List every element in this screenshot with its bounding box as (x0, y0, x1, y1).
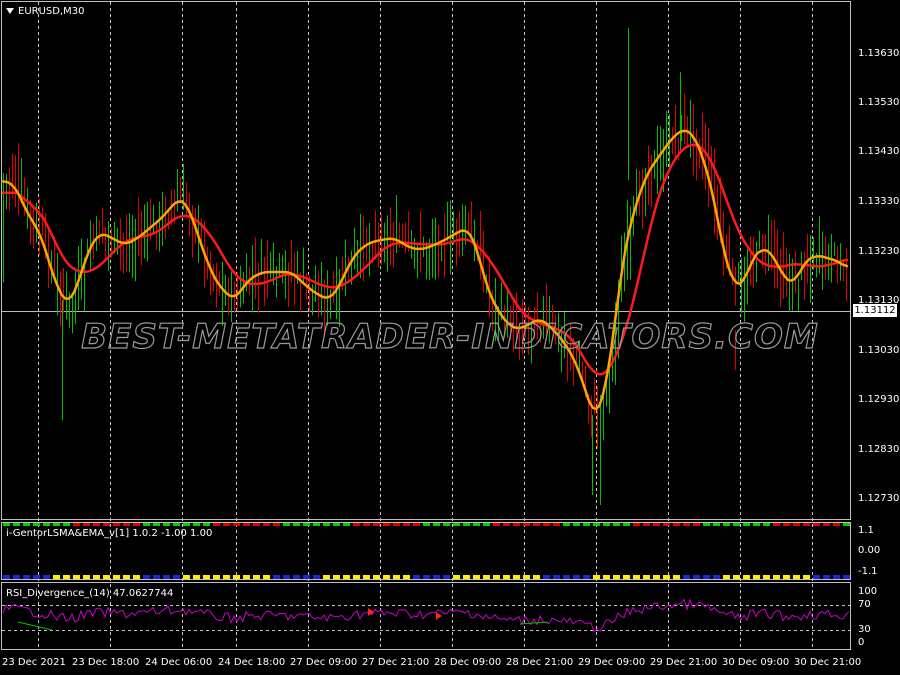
price-tick: 1.12730 (858, 493, 900, 504)
dropdown-triangle-icon[interactable] (6, 8, 14, 14)
time-tick: 28 Dec 21:00 (506, 657, 574, 668)
time-tick: 23 Dec 2021 (2, 657, 66, 668)
rsi-divergence-marker (368, 608, 374, 616)
indicator2-tick: 30 (858, 624, 871, 635)
time-tick: 29 Dec 21:00 (650, 657, 718, 668)
price-tick: 1.12930 (858, 394, 900, 405)
time-tick: 23 Dec 18:00 (72, 657, 140, 668)
rsi-line (2, 598, 850, 633)
time-tick: 28 Dec 09:00 (434, 657, 502, 668)
chart-title: EURUSD,M30 (18, 6, 85, 17)
price-tick: 1.13530 (858, 97, 900, 108)
indicator2-tick: 70 (858, 599, 871, 610)
price-tick: 1.13030 (858, 345, 900, 356)
indicator1-tick: -1.1 (858, 566, 878, 577)
chart-canvas[interactable]: BEST-METATRADER-INDICATORS.COM (0, 0, 900, 675)
price-tick: 1.13330 (858, 196, 900, 207)
indicator1-tick: 0.00 (858, 545, 881, 556)
candles-group (3, 28, 847, 505)
indicator2-tick: 100 (858, 586, 878, 597)
rsi-divergence-marker (436, 612, 442, 620)
price-tick: 1.13230 (858, 246, 900, 257)
rsi-divergence-line (17, 621, 53, 631)
time-tick: 30 Dec 21:00 (794, 657, 862, 668)
time-tick: 27 Dec 21:00 (362, 657, 430, 668)
indicator2-tick: 0 (858, 637, 865, 648)
time-tick: 30 Dec 09:00 (722, 657, 790, 668)
indicator1-tick: 1.1 (858, 525, 874, 536)
current-price-label: 1.13112 (853, 304, 897, 317)
fast-ma-line (1, 129, 849, 411)
time-tick: 29 Dec 09:00 (578, 657, 646, 668)
price-tick: 1.12830 (858, 444, 900, 455)
time-tick: 24 Dec 18:00 (218, 657, 286, 668)
time-tick: 24 Dec 06:00 (145, 657, 213, 668)
indicator2-label: RSI_Divergence_(14) 47.0627744 (6, 588, 174, 599)
price-tick: 1.13630 (858, 48, 900, 59)
watermark-text: BEST-METATRADER-INDICATORS.COM (81, 317, 818, 357)
time-tick: 27 Dec 09:00 (290, 657, 358, 668)
price-tick: 1.13430 (858, 146, 900, 157)
indicator1-label: i-GentorLSMA&EMA_v[1] 1.0.2 -1.00 1.00 (6, 528, 213, 539)
chart-symbol-header: EURUSD,M30 (6, 6, 84, 17)
